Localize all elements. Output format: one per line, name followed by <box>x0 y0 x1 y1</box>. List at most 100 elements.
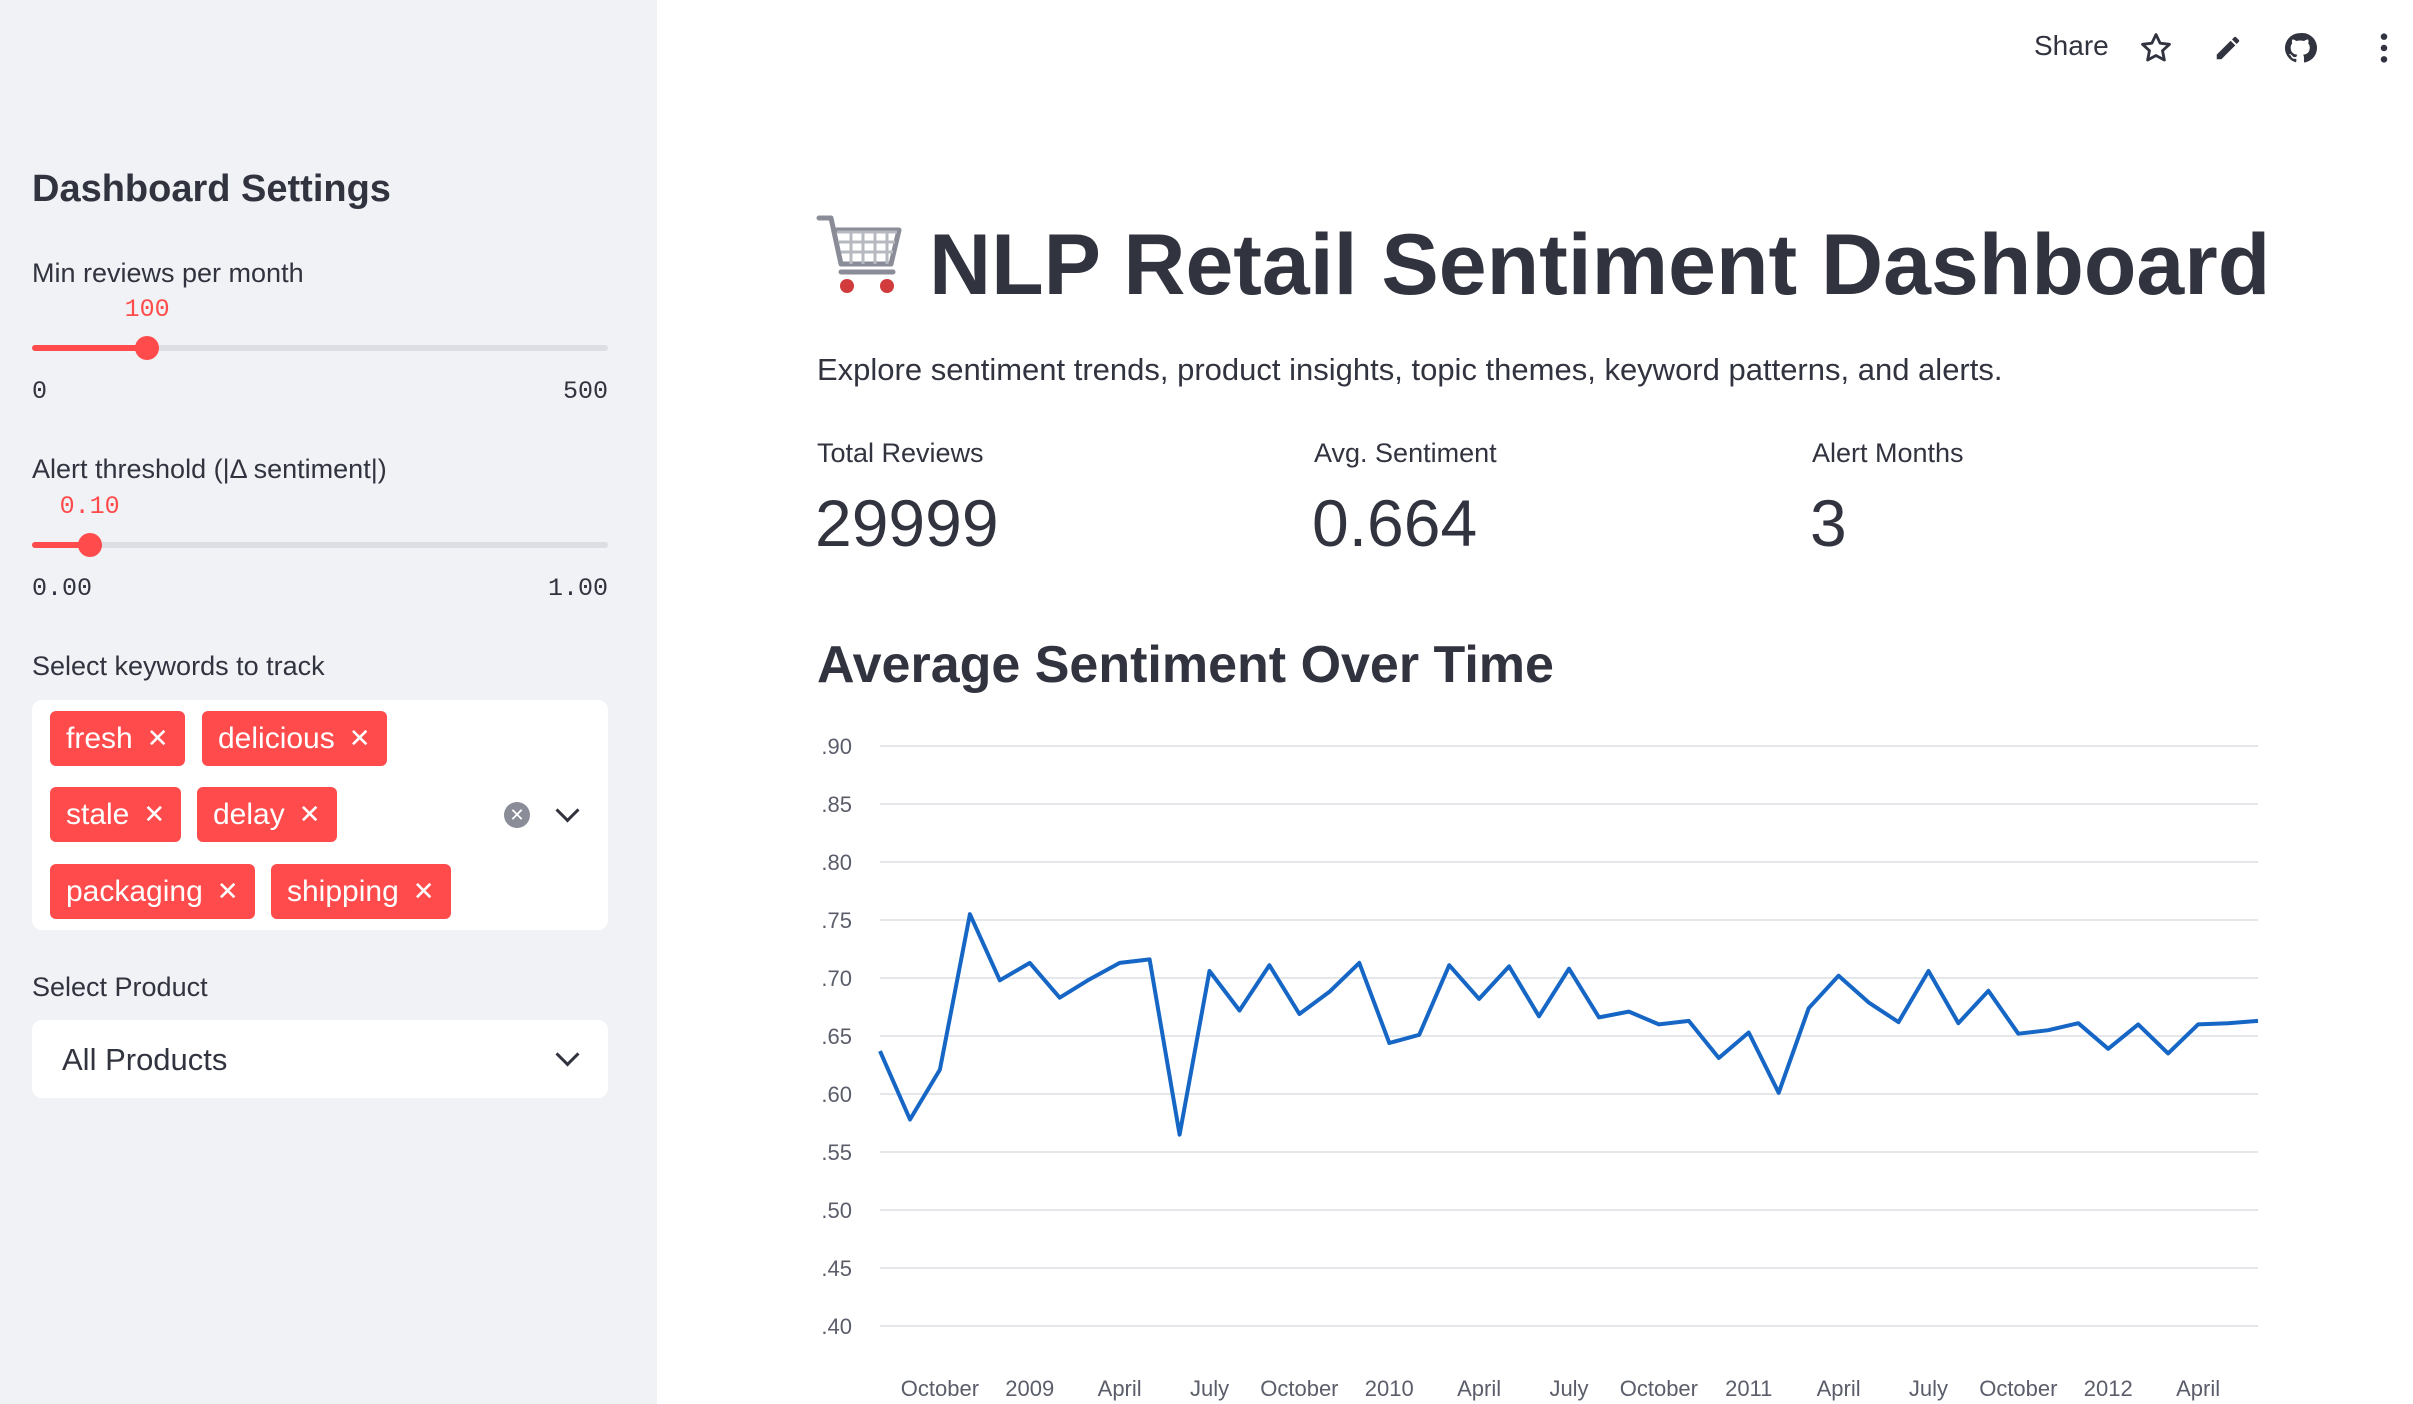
data-point[interactable] <box>1173 1128 1187 1142</box>
x-tick-label: 2010 <box>1365 1376 1414 1401</box>
data-point[interactable] <box>2191 1017 2205 1031</box>
x-tick-label: April <box>1098 1376 1142 1401</box>
x-tick-label: 2009 <box>1005 1376 1054 1401</box>
data-point[interactable] <box>1951 1016 1965 1030</box>
alert-threshold-slider[interactable]: 0.10 <box>32 492 608 557</box>
data-point[interactable] <box>1562 962 1576 976</box>
x-tick-label: April <box>2176 1376 2220 1401</box>
data-point[interactable] <box>1442 958 1456 972</box>
star-icon[interactable] <box>2136 28 2176 68</box>
remove-tag-icon[interactable]: ✕ <box>147 723 169 754</box>
data-point[interactable] <box>993 973 1007 987</box>
metric-alert-months-label: Alert Months <box>1812 438 1964 468</box>
x-tick-label: October <box>1620 1376 1698 1401</box>
alert-threshold-max: 1.00 <box>547 574 608 603</box>
min-reviews-slider-thumb[interactable] <box>135 336 160 360</box>
y-tick-label: .40 <box>821 1314 852 1339</box>
data-point[interactable] <box>1742 1026 1756 1040</box>
github-icon[interactable] <box>2280 28 2320 68</box>
metric-total-reviews-label: Total Reviews <box>817 438 984 468</box>
remove-tag-icon[interactable]: ✕ <box>299 799 321 830</box>
more-vertical-icon[interactable] <box>2364 28 2404 68</box>
keywords-multiselect[interactable]: fresh ✕ delicious ✕ stale ✕ delay ✕ packagin… <box>32 700 608 930</box>
data-point[interactable] <box>1322 985 1336 999</box>
data-point[interactable] <box>1292 1007 1306 1021</box>
remove-tag-icon[interactable]: ✕ <box>217 876 239 907</box>
page-subtitle: Explore sentiment trends, product insigh… <box>817 352 2003 387</box>
chevron-down-icon[interactable] <box>555 798 580 823</box>
metric-avg-sentiment-value: 0.664 <box>1312 486 1478 560</box>
alert-threshold-label: Alert threshold (|Δ sentiment|) <box>32 454 387 484</box>
keyword-tag[interactable]: delay ✕ <box>197 787 337 842</box>
x-tick-label: July <box>1190 1376 1229 1401</box>
data-point[interactable] <box>1412 1028 1426 1042</box>
data-point[interactable] <box>1352 956 1366 970</box>
keyword-tag[interactable]: shipping ✕ <box>271 864 451 919</box>
data-point[interactable] <box>1053 991 1067 1005</box>
x-tick-label: July <box>1909 1376 1948 1401</box>
data-point[interactable] <box>933 1063 947 1077</box>
keyword-tag-label: fresh <box>66 721 133 755</box>
data-point[interactable] <box>1083 972 1097 986</box>
y-tick-label: .70 <box>821 966 852 991</box>
share-button[interactable]: Share <box>2034 30 2109 62</box>
chart-title: Average Sentiment Over Time <box>817 636 1554 694</box>
data-point[interactable] <box>1892 1015 1906 1029</box>
data-point[interactable] <box>2131 1017 2145 1031</box>
data-point[interactable] <box>1113 956 1127 970</box>
data-point[interactable] <box>1682 1014 1696 1028</box>
data-point[interactable] <box>2251 1014 2260 1028</box>
clear-all-icon[interactable]: ✕ <box>504 802 530 828</box>
page-title-text: NLP Retail Sentiment Dashboard <box>929 217 2271 313</box>
data-point[interactable] <box>873 1044 887 1058</box>
y-tick-label: .50 <box>821 1198 852 1223</box>
y-tick-label: .45 <box>821 1256 852 1281</box>
data-point[interactable] <box>1023 956 1037 970</box>
data-point[interactable] <box>1232 1003 1246 1017</box>
data-point[interactable] <box>1143 952 1157 966</box>
data-point[interactable] <box>1652 1017 1666 1031</box>
min-reviews-slider[interactable]: 100 <box>32 295 608 360</box>
data-point[interactable] <box>1382 1036 1396 1050</box>
data-point[interactable] <box>2041 1023 2055 1037</box>
remove-tag-icon[interactable]: ✕ <box>143 799 165 830</box>
data-point[interactable] <box>2011 1027 2025 1041</box>
data-point[interactable] <box>1772 1086 1786 1100</box>
keyword-tag-label: shipping <box>287 874 399 908</box>
keyword-tag[interactable]: fresh ✕ <box>50 711 185 766</box>
chevron-down-icon[interactable] <box>555 1042 580 1067</box>
sentiment-line-chart[interactable]: .90 .85 .80 .75 .70 .65 .60 .55 .50 .45 .40 October… <box>800 720 2260 1404</box>
edit-icon[interactable] <box>2208 28 2248 68</box>
data-point[interactable] <box>963 907 977 921</box>
keyword-tag[interactable]: delicious ✕ <box>202 711 387 766</box>
product-select[interactable]: All Products <box>32 1020 608 1098</box>
data-point[interactable] <box>1921 964 1935 978</box>
data-point[interactable] <box>1203 964 1217 978</box>
alert-threshold-slider-thumb[interactable] <box>77 533 102 557</box>
data-point[interactable] <box>2101 1042 2115 1056</box>
alert-threshold-value: 0.10 <box>59 492 120 521</box>
data-point[interactable] <box>1262 958 1276 972</box>
keyword-tag-label: packaging <box>66 874 203 908</box>
data-point[interactable] <box>1502 959 1516 973</box>
data-point[interactable] <box>1712 1051 1726 1065</box>
x-tick-label: October <box>1260 1376 1338 1401</box>
remove-tag-icon[interactable]: ✕ <box>413 876 435 907</box>
data-point[interactable] <box>903 1113 917 1127</box>
data-point[interactable] <box>1802 1001 1816 1015</box>
keyword-tag[interactable]: packaging ✕ <box>50 864 255 919</box>
remove-tag-icon[interactable]: ✕ <box>349 723 371 754</box>
data-point[interactable] <box>1622 1005 1636 1019</box>
data-point[interactable] <box>1592 1010 1606 1024</box>
data-point[interactable] <box>2161 1046 2175 1060</box>
data-point[interactable] <box>2221 1016 2235 1030</box>
data-point[interactable] <box>1832 969 1846 983</box>
product-select-value: All Products <box>62 1042 228 1077</box>
data-point[interactable] <box>1981 984 1995 998</box>
data-point[interactable] <box>2071 1016 2085 1030</box>
x-tick-label: April <box>1817 1376 1861 1401</box>
data-point[interactable] <box>1862 995 1876 1009</box>
keyword-tag[interactable]: stale ✕ <box>50 787 182 842</box>
data-point[interactable] <box>1532 1009 1546 1023</box>
data-point[interactable] <box>1472 992 1486 1006</box>
